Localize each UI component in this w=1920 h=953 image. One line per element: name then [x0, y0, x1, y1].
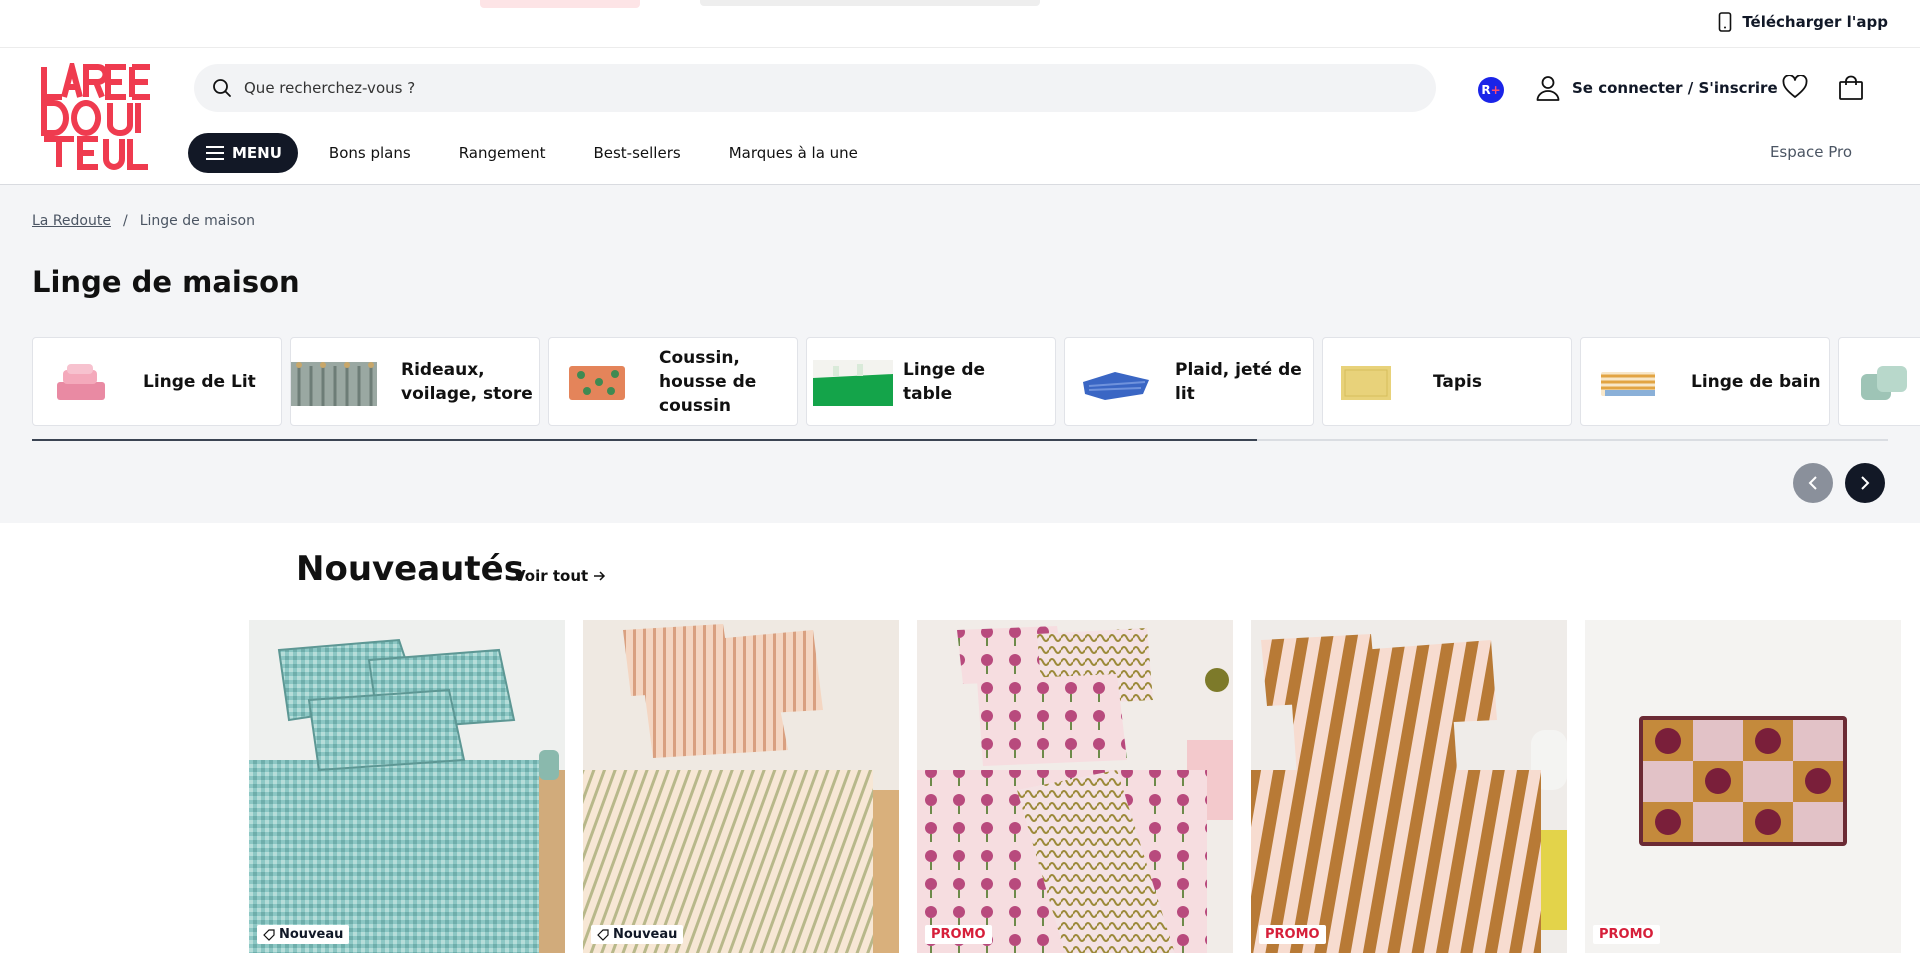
chevron-left-icon	[1808, 476, 1817, 490]
search-bar[interactable]	[194, 64, 1436, 112]
nav-item-marques[interactable]: Marques à la une	[729, 144, 858, 162]
category-card-linge-de-table[interactable]: Linge de table	[806, 337, 1056, 426]
breadcrumb: La Redoute / Linge de maison	[32, 213, 255, 229]
new-arrivals-title: Nouveautés	[296, 549, 524, 589]
menu-button[interactable]: MENU	[188, 133, 298, 173]
product-image-checkered-cushion	[1585, 620, 1901, 953]
category-label: Rideaux, voilage, store	[401, 359, 533, 404]
yellow-rug-thumb	[1341, 366, 1391, 400]
carousel-progress-fill	[32, 439, 1257, 441]
breadcrumb-current: Linge de maison	[139, 213, 255, 229]
product-badge-label: PROMO	[1599, 927, 1654, 942]
page-title: Linge de maison	[32, 265, 300, 299]
product-badge-label: PROMO	[931, 927, 986, 942]
carousel-next-button[interactable]	[1845, 463, 1885, 503]
category-card-rideaux[interactable]: Rideaux, voilage, store	[290, 337, 540, 426]
pink-bedding-thumb	[57, 364, 105, 400]
curtain-thumb	[291, 362, 377, 406]
phone-icon	[1719, 12, 1732, 32]
product-card[interactable]: PROMO	[1251, 620, 1567, 953]
account-label: Se connecter / S'inscrire	[1572, 79, 1778, 97]
promo-banner-fragment	[480, 0, 640, 8]
promo-text-fragment	[700, 0, 1040, 6]
product-badge-label: Nouveau	[613, 927, 678, 942]
product-badge-label: PROMO	[1265, 927, 1320, 942]
product-image-peach-striped	[583, 620, 899, 953]
product-image-floral-pink	[917, 620, 1233, 953]
category-card-plaid[interactable]: Plaid, jeté de lit	[1064, 337, 1314, 426]
product-badge: PROMO	[1259, 925, 1326, 944]
site-header: R+ Se connecter / S'inscrire MENU Bons p…	[0, 49, 1920, 185]
main-nav: MENU Bons plans Rangement Best-sellers M…	[188, 133, 875, 173]
category-label: Plaid, jeté de lit	[1175, 359, 1302, 404]
breadcrumb-home[interactable]: La Redoute	[32, 213, 111, 229]
carousel-progress-track	[32, 439, 1888, 441]
product-card[interactable]: Nouveau	[583, 620, 899, 953]
product-card[interactable]: PROMO	[1585, 620, 1901, 953]
green-cushions-thumb	[1861, 366, 1907, 400]
new-tag-icon	[263, 928, 275, 941]
account-link[interactable]: Se connecter / S'inscrire	[1536, 75, 1778, 101]
category-card-partial[interactable]	[1838, 337, 1920, 426]
category-section: La Redoute / Linge de maison Linge de ma…	[0, 185, 1920, 523]
breadcrumb-separator: /	[122, 213, 128, 229]
product-image-teal-gingham	[249, 620, 565, 953]
nav-item-bons-plans[interactable]: Bons plans	[329, 144, 411, 162]
category-label: Tapis	[1433, 371, 1482, 392]
product-badge: Nouveau	[591, 925, 684, 944]
category-card-linge-de-lit[interactable]: Linge de Lit	[32, 337, 282, 426]
arrow-right-icon	[594, 571, 606, 581]
top-promo-bar: Télécharger l'app	[0, 0, 1920, 48]
wishlist-heart-icon[interactable]	[1782, 75, 1808, 99]
new-tag-icon	[597, 928, 609, 941]
carousel-prev-button[interactable]	[1793, 463, 1833, 503]
product-card[interactable]: PROMO	[917, 620, 1233, 953]
nav-item-rangement[interactable]: Rangement	[459, 144, 546, 162]
category-label: Linge de Lit	[143, 371, 256, 392]
striped-towels-thumb	[1601, 372, 1655, 396]
la-redoute-logo[interactable]	[40, 63, 152, 171]
product-badge: PROMO	[925, 925, 992, 944]
search-input[interactable]	[244, 79, 1344, 97]
search-icon	[213, 79, 231, 97]
rplus-button[interactable]: R +	[1478, 77, 1504, 103]
espace-pro-link[interactable]: Espace Pro	[1770, 143, 1852, 161]
download-app-link[interactable]: Télécharger l'app	[1718, 12, 1888, 32]
chevron-right-icon	[1861, 476, 1870, 490]
shopping-bag-icon[interactable]	[1838, 75, 1864, 101]
green-tablecloth-thumb	[813, 360, 893, 406]
cushion-thumb	[569, 366, 625, 400]
blue-throw-thumb	[1083, 372, 1149, 400]
category-card-coussin[interactable]: Coussin, housse de coussin	[548, 337, 798, 426]
rplus-plus: +	[1490, 83, 1501, 97]
category-label: Coussin, housse de coussin	[659, 347, 757, 416]
product-badge: PROMO	[1593, 925, 1660, 944]
menu-label: MENU	[232, 144, 282, 162]
see-all-link[interactable]: Voir tout	[514, 567, 606, 585]
nav-item-best-sellers[interactable]: Best-sellers	[593, 144, 680, 162]
category-label: Linge de bain	[1691, 371, 1821, 392]
category-label: Linge de table	[903, 359, 986, 404]
category-carousel: Linge de Lit Rideaux, voilage, store Cou…	[32, 337, 1920, 427]
product-badge: Nouveau	[257, 925, 350, 944]
see-all-label: Voir tout	[514, 567, 589, 585]
product-image-caramel-striped	[1251, 620, 1567, 953]
rplus-label: R	[1481, 83, 1491, 97]
product-badge-label: Nouveau	[279, 927, 344, 942]
category-card-linge-de-bain[interactable]: Linge de bain	[1580, 337, 1830, 426]
user-icon	[1536, 76, 1560, 101]
product-card[interactable]: Nouveau	[249, 620, 565, 953]
download-app-label: Télécharger l'app	[1742, 13, 1888, 31]
category-card-tapis[interactable]: Tapis	[1322, 337, 1572, 426]
hamburger-icon	[206, 146, 224, 160]
